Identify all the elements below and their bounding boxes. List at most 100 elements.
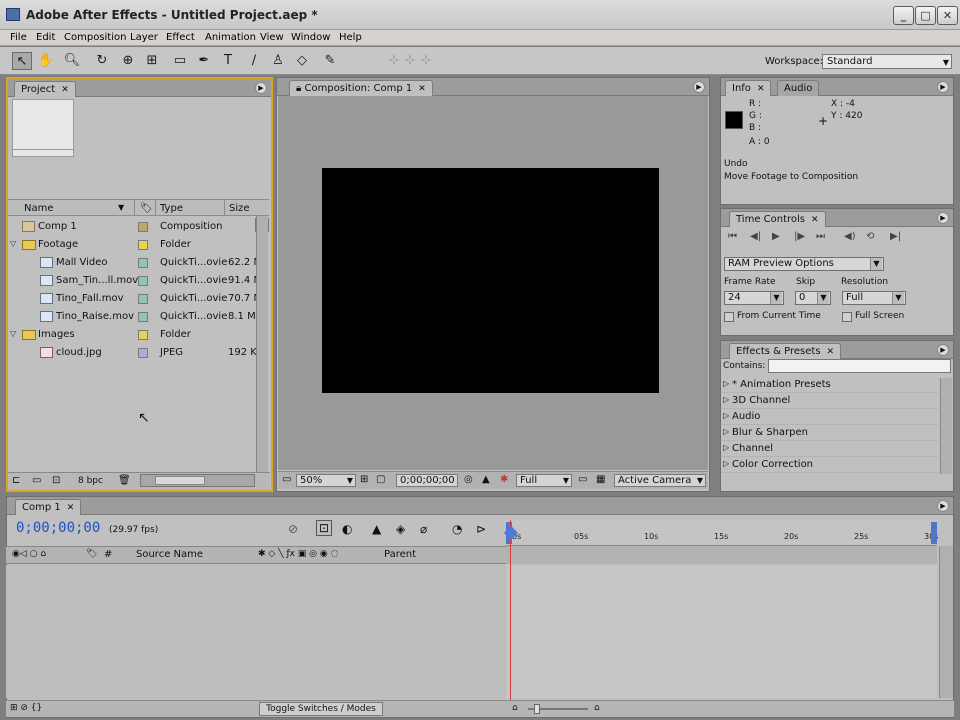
clone-stamp-tool-icon[interactable]: ♙ [268,52,288,70]
audio-icon[interactable]: ◀) [844,231,856,242]
mask-visibility-icon[interactable]: ▢ [376,474,385,485]
graph-editor-icon[interactable]: ⊳ [476,522,486,536]
from-current-time-checkbox[interactable] [724,312,734,322]
label-column-icon[interactable]: 🏷︎ [140,203,153,214]
panel-menu-icon[interactable]: ▶ [937,344,949,356]
close-button[interactable]: ✕ [937,6,958,25]
project-item-images-folder[interactable]: ▽ Images Folder [8,326,263,344]
scroll-thumb[interactable] [155,476,205,485]
show-snapshot-icon[interactable]: ▲ [482,474,490,485]
maximize-button[interactable]: □ [915,6,936,25]
zoom-out-icon[interactable]: ⌂ [512,703,518,713]
mask-tool-icon[interactable]: ▭ [170,52,190,70]
selection-tool-icon[interactable]: ↖ [12,52,32,70]
previous-frame-icon[interactable]: ◀| [750,231,761,242]
auto-keyframe-icon[interactable]: ◔ [452,522,462,536]
rotation-tool-icon[interactable]: ↻ [92,52,112,70]
close-icon[interactable]: ✕ [418,84,426,94]
eraser-tool-icon[interactable]: ◇ [292,52,312,70]
brainstorm-icon[interactable]: ⌀ [420,522,427,536]
expand-triangle-icon[interactable]: ▷ [723,443,729,452]
panel-menu-icon[interactable]: ▶ [937,81,949,93]
tab-timeline-comp-1[interactable]: Comp 1 ✕ [15,499,82,515]
camera-tool-icon[interactable]: ⊕ [118,52,138,70]
label-color-swatch[interactable] [138,222,148,232]
menu-effect[interactable]: Effect [166,32,195,43]
expand-triangle-icon[interactable]: ▽ [10,239,16,248]
toggle-switches-modes-button[interactable]: Toggle Switches / Modes [259,702,383,716]
draft-3d-icon[interactable]: ⊡ [316,520,333,536]
next-frame-icon[interactable]: |▶ [794,231,805,242]
ram-preview-options-dropdown[interactable]: RAM Preview Options ▼ [724,257,884,271]
expand-triangle-icon[interactable]: ▷ [723,411,729,420]
pan-behind-tool-icon[interactable]: ⊞ [142,52,162,70]
camera-view-dropdown[interactable]: Active Camera ▼ [614,474,706,487]
play-pause-icon[interactable]: ▶ [772,231,780,242]
tab-time-controls[interactable]: Time Controls ✕ [729,211,826,227]
lock-icon[interactable]: 🔒︎ [296,83,305,94]
tab-audio[interactable]: Audio [777,80,820,96]
hand-tool-icon[interactable]: ✋ [36,52,56,70]
interpret-footage-icon[interactable]: ⊏ [12,475,20,486]
new-folder-icon[interactable]: ▭ [32,475,41,486]
effects-vertical-scrollbar[interactable] [940,378,952,474]
project-item-mall-video[interactable]: Mall Video QuickTi...ovie 62.2 M [8,254,263,272]
puppet-tool-icon[interactable]: ✎ [320,52,340,70]
close-icon[interactable]: ✕ [61,85,69,95]
tab-effects-presets[interactable]: Effects & Presets ✕ [729,343,842,359]
effect-category-color-correction[interactable]: ▷ Color Correction [721,457,939,473]
label-color-swatch[interactable] [138,294,148,304]
region-of-interest-icon[interactable]: ▭ [578,474,587,485]
panel-menu-icon[interactable]: ▶ [937,500,949,512]
expand-triangle-icon[interactable]: ▷ [723,395,729,404]
expand-triangle-icon[interactable]: ▷ [723,459,729,468]
menu-file[interactable]: File [10,32,27,43]
resolution-dropdown[interactable]: Full ▼ [516,474,572,487]
layer-bars-area[interactable] [506,565,937,698]
axis-mode-view-icon[interactable]: ⊹ [416,52,436,70]
color-channel-icon[interactable]: ✱ [500,474,508,485]
menu-layer[interactable]: Layer [130,32,158,43]
label-color-swatch[interactable] [138,312,148,322]
switches-icons[interactable]: ✱ ◇ ╲ ƒx ▣ ◎ ◉ ◌ [258,549,338,559]
current-time-indicator[interactable] [510,520,511,701]
av-features-icons[interactable]: ◉◁ ○ ⌂ [12,549,46,559]
type-tool-icon[interactable]: T [218,52,238,70]
project-item-tino-raise[interactable]: Tino_Raise.mov QuickTi...ovie 8.1 MI [8,308,263,326]
timeline-current-time[interactable]: 0;00;00;00 [16,520,100,536]
work-area-bar[interactable] [506,546,937,564]
effect-category-audio[interactable]: ▷ Audio [721,409,939,425]
column-size[interactable]: Size [229,203,250,214]
menu-composition[interactable]: Composition [64,32,126,43]
tab-project[interactable]: Project ✕ [14,81,76,97]
loop-icon[interactable]: ⟲ [866,231,874,242]
layer-outline-area[interactable] [6,565,506,698]
current-time-field[interactable]: 0;00;00;00 [396,474,458,487]
trash-icon[interactable]: 🗑︎ [118,475,131,486]
zoom-slider-thumb[interactable] [534,704,540,714]
resolution-preview-dropdown[interactable]: Full ▼ [842,291,906,305]
brush-tool-icon[interactable]: ∕ [244,52,264,70]
close-icon[interactable]: ✕ [67,503,75,513]
ram-preview-icon[interactable]: ▶| [890,231,901,242]
minimize-button[interactable]: _ [893,6,914,25]
sort-chevron-icon[interactable]: ▼ [118,203,124,212]
project-item-sam-tin[interactable]: Sam_Tin...ll.mov QuickTi...ovie 91.4 M [8,272,263,290]
new-composition-icon[interactable]: ⊡ [52,475,60,486]
project-item-cloud-jpg[interactable]: cloud.jpg JPEG 192 KI [8,344,263,362]
composition-canvas[interactable] [322,168,659,393]
column-name[interactable]: Name [24,203,54,214]
transparency-grid-icon[interactable]: ▦ [596,474,605,485]
snapshot-icon[interactable]: ◎ [464,474,473,485]
expand-triangle-icon[interactable]: ▷ [723,379,729,388]
label-color-swatch[interactable] [138,258,148,268]
menu-help[interactable]: Help [339,32,362,43]
expand-triangle-icon[interactable]: ▷ [723,427,729,436]
workspace-dropdown[interactable]: Standard ▼ [822,54,952,69]
expand-triangle-icon[interactable]: ▽ [10,329,16,338]
work-area-end-handle[interactable] [931,522,937,544]
effects-search-input[interactable] [768,359,951,373]
always-preview-icon[interactable]: ▭ [282,474,291,485]
project-vertical-scrollbar[interactable] [256,216,268,472]
frame-blending-icon[interactable]: ▲ [372,522,381,536]
